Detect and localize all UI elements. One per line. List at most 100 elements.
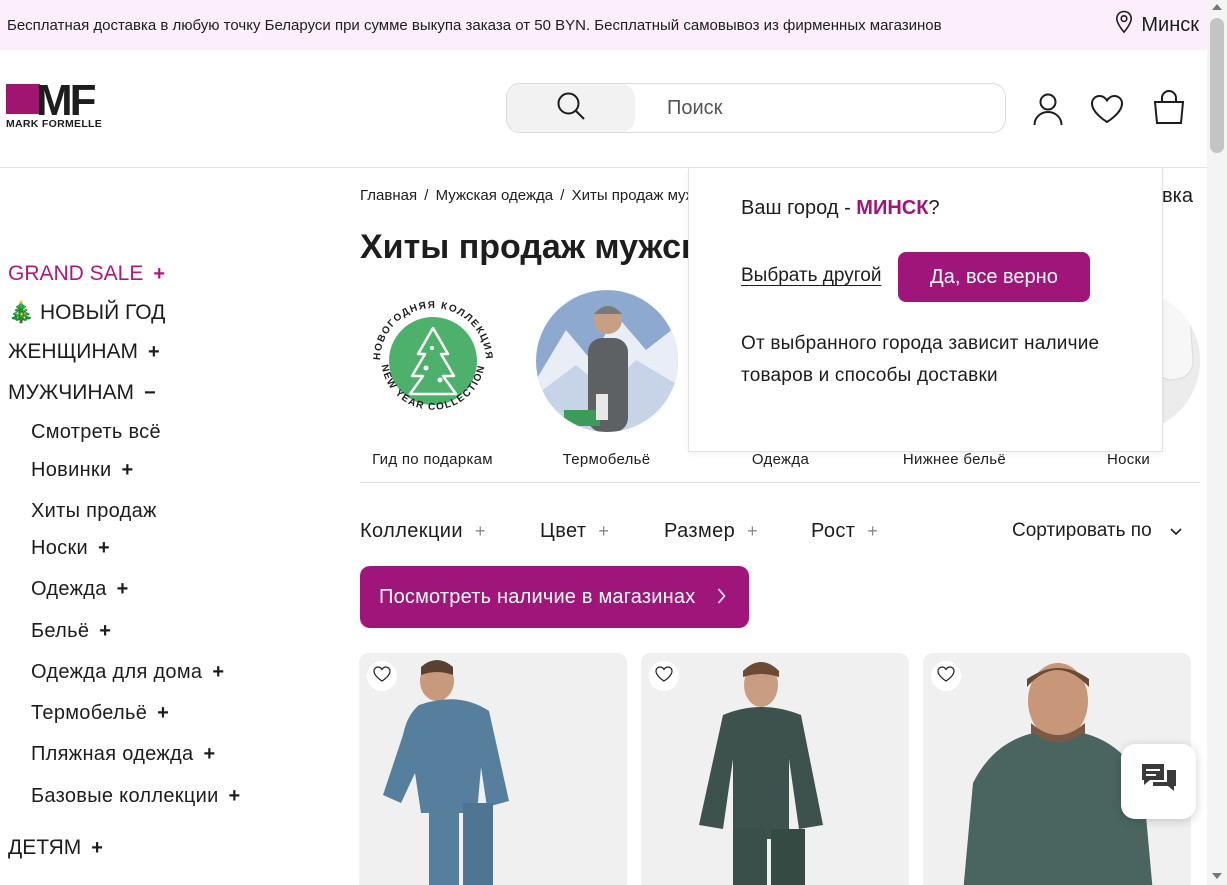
check-store-availability-button[interactable]: Посмотреть наличие в магазинах [360,566,749,628]
category-gift-guide[interactable]: НОВОГОДНЯЯ КОЛЛЕКЦИЯ NEW YEAR COLLECTION… [360,290,505,468]
breadcrumb-separator: / [560,187,565,204]
chevron-down-icon [1170,520,1182,542]
expand-icon[interactable]: + [157,702,169,725]
category-sidebar: GRAND SALE + 🎄 НОВЫЙ ГОД ЖЕНЩИНАМ + МУЖЧ… [0,168,330,885]
filter-height[interactable]: Рост + [811,520,878,543]
filter-collections[interactable]: Коллекции + [360,520,486,543]
cart-button[interactable] [1152,89,1186,126]
heart-icon [373,665,391,687]
sidebar-item-label: ДЕТЯМ [8,836,82,859]
sidebar-item-men[interactable]: МУЖЧИНАМ − [8,381,156,405]
expand-icon[interactable]: + [91,837,103,860]
plus-icon: + [867,521,879,541]
product-image [641,653,909,885]
search-icon [555,90,587,127]
filter-label: Размер [664,520,736,542]
filter-color[interactable]: Цвет + [540,520,609,543]
chat-widget-button[interactable] [1121,744,1196,819]
sidebar-subitem-socks[interactable]: Носки + [31,537,110,560]
wishlist-button[interactable] [1090,94,1124,128]
confirm-city-button[interactable]: Да, все верно [898,252,1090,302]
button-label: Посмотреть наличие в магазинах [379,585,696,608]
sidebar-item-label: Носки [31,537,88,559]
sidebar-item-label: Смотреть всё [31,421,161,443]
expand-icon[interactable]: + [212,661,224,684]
bag-icon [1152,89,1186,130]
breadcrumb-mens-clothing[interactable]: Мужская одежда [436,187,553,204]
logo[interactable]: MF MARK FORMELLE [6,76,128,132]
sidebar-subitem-clothing[interactable]: Одежда + [31,578,129,601]
filter-size[interactable]: Размер + [664,520,758,543]
sidebar-subitem-view-all[interactable]: Смотреть всё [31,421,161,444]
city-question: Ваш город - МИНСК? [741,197,940,220]
city-note: От выбранного города зависит наличие тов… [741,333,1100,386]
sort-dropdown[interactable]: Сортировать по [1012,520,1182,542]
sidebar-subitem-bestsellers[interactable]: Хиты продаж [31,500,157,523]
breadcrumb-tail-text: вка [1162,185,1193,207]
detected-city: МИНСК [856,197,929,219]
product-image [359,653,627,885]
search-bar [506,83,1006,133]
promo-bar: Бесплатная доставка в любую точку Белару… [0,0,1207,50]
category-label: Одежда [751,451,810,468]
category-thermal[interactable]: Термобельё [534,290,679,468]
location-pin-icon [1115,10,1133,40]
sidebar-item-new-year[interactable]: 🎄 НОВЫЙ ГОД [8,301,165,325]
expand-icon[interactable]: + [229,785,241,808]
sidebar-subitem-thermal[interactable]: Термобельё + [31,702,169,725]
product-card[interactable] [641,653,909,885]
sidebar-item-label: Хиты продаж [31,500,157,522]
question-text: Ваш город - [741,197,857,219]
sidebar-item-label: Одежда для дома [31,661,203,683]
sidebar-item-label: Одежда [31,578,107,600]
choose-other-city-link[interactable]: Выбрать другой [741,265,881,287]
sidebar-item-grand-sale[interactable]: GRAND SALE + [8,262,165,286]
sidebar-item-kids[interactable]: ДЕТЯМ + [8,836,103,860]
heart-icon [1090,94,1124,129]
question-mark: ? [928,197,940,219]
add-to-wishlist-button[interactable] [367,661,397,691]
sidebar-item-label: Пляжная одежда [31,743,194,765]
expand-icon[interactable]: + [148,341,160,364]
expand-icon[interactable]: + [98,537,110,560]
sidebar-subitem-underwear[interactable]: Бельё + [31,620,111,643]
expand-icon[interactable]: + [203,743,215,766]
sidebar-subitem-homewear[interactable]: Одежда для дома + [31,661,224,684]
chevron-right-icon [717,587,727,611]
add-to-wishlist-button[interactable] [931,661,961,691]
expand-icon[interactable]: + [99,620,111,643]
filter-label: Цвет [540,520,587,542]
product-card[interactable] [359,653,627,885]
sidebar-item-label: GRAND SALE [8,262,144,285]
search-input[interactable] [667,92,987,124]
city-confirm-popup: Ваш город - МИНСК? Выбрать другой Да, вс… [688,168,1163,452]
heart-icon [937,665,955,687]
add-to-wishlist-button[interactable] [649,661,679,691]
expand-icon[interactable]: + [121,459,133,482]
collapse-icon[interactable]: − [144,382,156,405]
scrollbar-thumb[interactable] [1210,18,1224,153]
site-header: MF MARK FORMELLE [0,50,1207,168]
search-button[interactable] [507,84,635,132]
account-button[interactable] [1031,93,1065,128]
logo-mark [6,84,40,114]
scroll-down-arrow-icon[interactable] [1212,873,1222,879]
city-selector[interactable]: Минск [1115,10,1199,40]
sidebar-subitem-new[interactable]: Новинки + [31,459,133,482]
plus-icon: + [474,521,486,541]
sidebar-item-women[interactable]: ЖЕНЩИНАМ + [8,340,160,364]
category-label: Гид по подаркам [372,451,493,468]
sidebar-subitem-basics[interactable]: Базовые коллекции + [31,785,241,808]
expand-icon[interactable]: + [153,263,165,286]
page-title: Хиты продаж мужских [360,228,690,266]
scrollbar[interactable] [1207,0,1227,885]
sort-label: Сортировать по [1012,520,1152,541]
category-image [535,290,678,432]
breadcrumb-home[interactable]: Главная [360,187,417,204]
sidebar-subitem-beachwear[interactable]: Пляжная одежда + [31,743,215,766]
category-label: Носки [1106,451,1151,468]
scroll-up-arrow-icon[interactable] [1212,4,1222,10]
expand-icon[interactable]: + [117,578,129,601]
breadcrumb-current: Хиты продаж мужс [571,187,704,204]
city-name: Минск [1141,13,1199,36]
